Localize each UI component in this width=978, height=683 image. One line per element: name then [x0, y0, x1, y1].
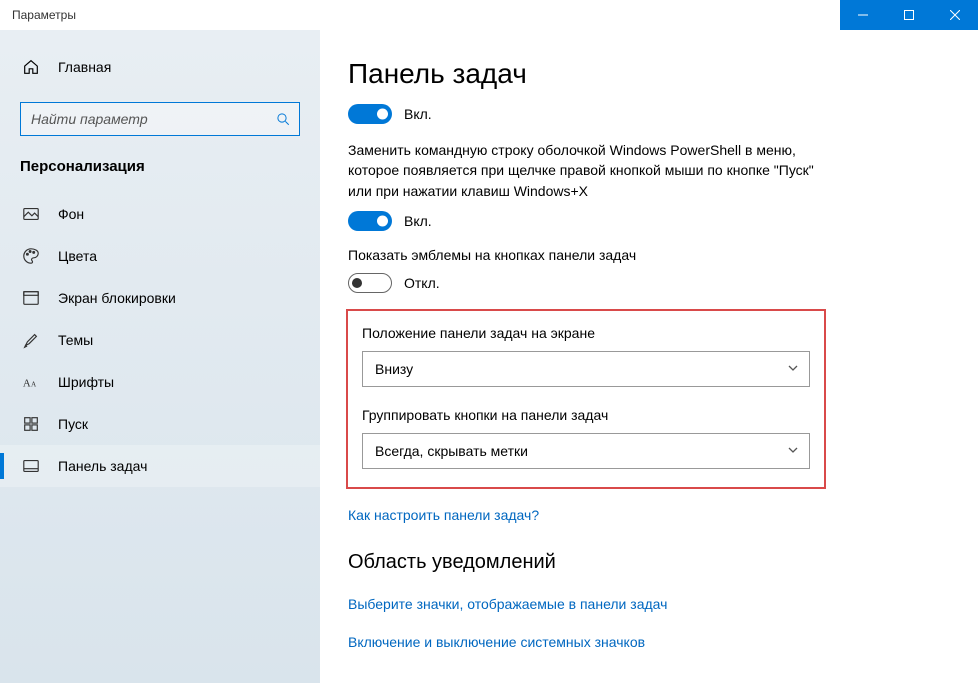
sidebar-item-label: Пуск: [58, 416, 88, 432]
highlight-annotation: Положение панели задач на экране Внизу Г…: [346, 309, 826, 489]
group-label: Группировать кнопки на панели задач: [362, 407, 810, 423]
system-icons-link[interactable]: Включение и выключение системных значков: [348, 634, 938, 650]
chevron-down-icon: [787, 443, 799, 459]
dropdown-value: Внизу: [375, 361, 787, 377]
home-label: Главная: [58, 59, 111, 75]
start-icon: [20, 415, 42, 433]
sidebar-item-label: Фон: [58, 206, 84, 222]
search-box[interactable]: [20, 102, 300, 136]
search-input[interactable]: [31, 111, 276, 127]
main-content: Панель задач Вкл. Заменить командную стр…: [320, 30, 978, 683]
sidebar-item-lockscreen[interactable]: Экран блокировки: [0, 277, 320, 319]
sidebar: Главная Персонализация Фон: [0, 30, 320, 683]
titlebar: Параметры: [0, 0, 978, 30]
toggle-label: Вкл.: [404, 213, 432, 229]
minimize-button[interactable]: [840, 0, 886, 30]
sidebar-item-background[interactable]: Фон: [0, 193, 320, 235]
notification-area-heading: Область уведомлений: [348, 551, 938, 574]
lockscreen-icon: [20, 289, 42, 307]
svg-text:A: A: [31, 381, 37, 389]
sidebar-item-label: Цвета: [58, 248, 97, 264]
palette-icon: [20, 247, 42, 265]
maximize-button[interactable]: [886, 0, 932, 30]
position-label: Положение панели задач на экране: [362, 325, 810, 341]
sidebar-item-taskbar[interactable]: Панель задач: [0, 445, 320, 487]
chevron-down-icon: [787, 361, 799, 377]
group-dropdown[interactable]: Всегда, скрывать метки: [362, 433, 810, 469]
toggle-lock-taskbar[interactable]: [348, 104, 392, 124]
badges-label: Показать эмблемы на кнопках панели задач: [348, 247, 938, 263]
powershell-description: Заменить командную строку оболочкой Wind…: [348, 140, 818, 201]
position-dropdown[interactable]: Внизу: [362, 351, 810, 387]
toggle-badges[interactable]: [348, 273, 392, 293]
window-controls: [840, 0, 978, 30]
sidebar-item-label: Экран блокировки: [58, 290, 176, 306]
sidebar-item-label: Темы: [58, 332, 93, 348]
sidebar-item-label: Шрифты: [58, 374, 114, 390]
sidebar-item-colors[interactable]: Цвета: [0, 235, 320, 277]
picture-icon: [20, 205, 42, 223]
taskbar-icon: [20, 457, 42, 475]
select-icons-link[interactable]: Выберите значки, отображаемые в панели з…: [348, 596, 938, 612]
brush-icon: [20, 331, 42, 349]
dropdown-value: Всегда, скрывать метки: [375, 443, 787, 459]
category-header: Персонализация: [0, 158, 320, 193]
search-icon: [276, 112, 291, 127]
toggle-powershell[interactable]: [348, 211, 392, 231]
window-title: Параметры: [12, 8, 840, 22]
home-icon: [20, 58, 42, 76]
svg-text:A: A: [23, 378, 31, 390]
font-icon: AA: [20, 373, 42, 391]
sidebar-item-label: Панель задач: [58, 458, 147, 474]
close-button[interactable]: [932, 0, 978, 30]
toggle-label: Откл.: [404, 275, 440, 291]
sidebar-item-start[interactable]: Пуск: [0, 403, 320, 445]
home-nav[interactable]: Главная: [0, 48, 320, 86]
page-title: Панель задач: [348, 58, 938, 90]
sidebar-item-themes[interactable]: Темы: [0, 319, 320, 361]
toggle-label: Вкл.: [404, 106, 432, 122]
how-to-link[interactable]: Как настроить панели задач?: [348, 507, 938, 523]
sidebar-item-fonts[interactable]: AA Шрифты: [0, 361, 320, 403]
